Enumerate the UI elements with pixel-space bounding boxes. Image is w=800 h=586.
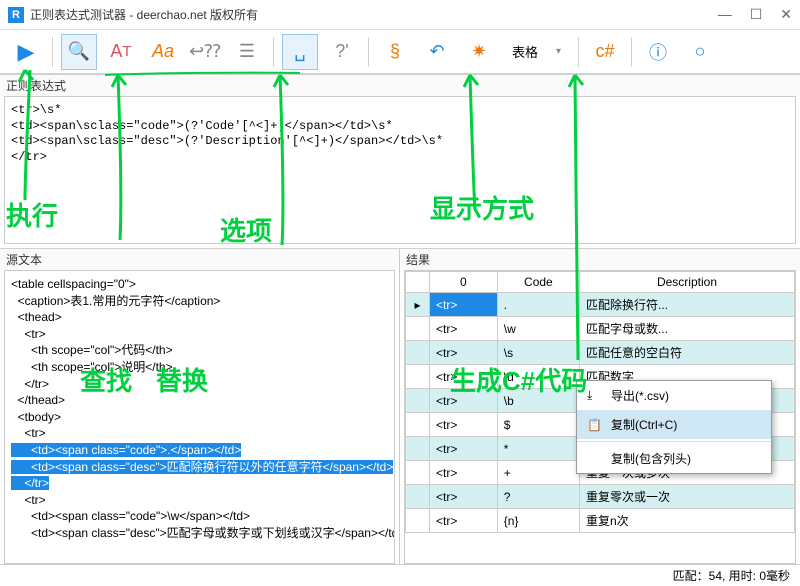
menu-item[interactable]: ⤓导出(*.csv) xyxy=(577,381,771,410)
source-input[interactable]: <table cellspacing="0"> <caption>表1.常用的元… xyxy=(4,270,395,564)
undo-button[interactable]: ↶ xyxy=(419,34,455,70)
run-button[interactable]: ▶ xyxy=(8,34,44,70)
info-button[interactable]: ⓘ xyxy=(640,34,676,70)
table-row[interactable]: ▸<tr>.匹配除换行符... xyxy=(406,293,795,317)
table-row[interactable]: <tr>\s匹配任意的空白符 xyxy=(406,341,795,365)
toolbar: ▶ 🔍 AT Aa ↩⁇ ☰ ␣ ?' § ↶ ✷ 表格 ▾ c# ⓘ ○ xyxy=(0,30,800,74)
window-title: 正则表达式测试器 - deerchao.net 版权所有 xyxy=(30,6,258,23)
maximize-button[interactable]: ☐ xyxy=(750,6,763,23)
menu-item[interactable]: 复制(包含列头) xyxy=(577,444,771,473)
script-button[interactable]: § xyxy=(377,34,413,70)
regex-text: <tr>\s* <td><span\sclass="code">(?'Code'… xyxy=(5,97,795,171)
app-icon: R xyxy=(8,7,24,23)
italic-text-button[interactable]: Aa xyxy=(145,34,181,70)
minimize-button[interactable]: — xyxy=(718,6,732,23)
status-text: 匹配：54, 用时: 0毫秒 xyxy=(673,567,790,584)
text-tool-button[interactable]: AT xyxy=(103,34,139,70)
titlebar: R 正则表达式测试器 - deerchao.net 版权所有 — ☐ ✕ xyxy=(0,0,800,30)
gear-icon[interactable]: ✷ xyxy=(461,34,497,70)
context-menu: ⤓导出(*.csv)📋复制(Ctrl+C) 复制(包含列头) xyxy=(576,380,772,474)
status-bar: 匹配：54, 用时: 0毫秒 xyxy=(0,564,800,586)
list-button[interactable]: ☰ xyxy=(229,34,265,70)
source-pane-label: 源文本 xyxy=(0,248,399,270)
menu-item[interactable]: 📋复制(Ctrl+C) xyxy=(577,410,771,439)
circle-button[interactable]: ○ xyxy=(682,34,718,70)
regex-input[interactable]: <tr>\s* <td><span\sclass="code">(?'Code'… xyxy=(4,96,796,244)
table-row[interactable]: <tr>?重复零次或一次 xyxy=(406,485,795,509)
regex-pane-label: 正则表达式 xyxy=(0,74,800,96)
table-row[interactable]: <tr>{n}重复n次 xyxy=(406,509,795,533)
replace-button[interactable]: ↩⁇ xyxy=(187,34,223,70)
table-row[interactable]: <tr>\w匹配字母或数... xyxy=(406,317,795,341)
csharp-codegen-button[interactable]: c# xyxy=(587,34,623,70)
chevron-down-icon: ▾ xyxy=(556,46,561,57)
space-option-button[interactable]: ␣ xyxy=(282,34,318,70)
close-button[interactable]: ✕ xyxy=(780,6,792,23)
display-mode-label: 表格 xyxy=(512,42,538,61)
find-button[interactable]: 🔍 xyxy=(61,34,97,70)
display-mode-dropdown[interactable]: 表格 ▾ xyxy=(503,39,570,64)
question-option-button[interactable]: ?' xyxy=(324,34,360,70)
result-pane-label: 结果 xyxy=(400,248,800,270)
